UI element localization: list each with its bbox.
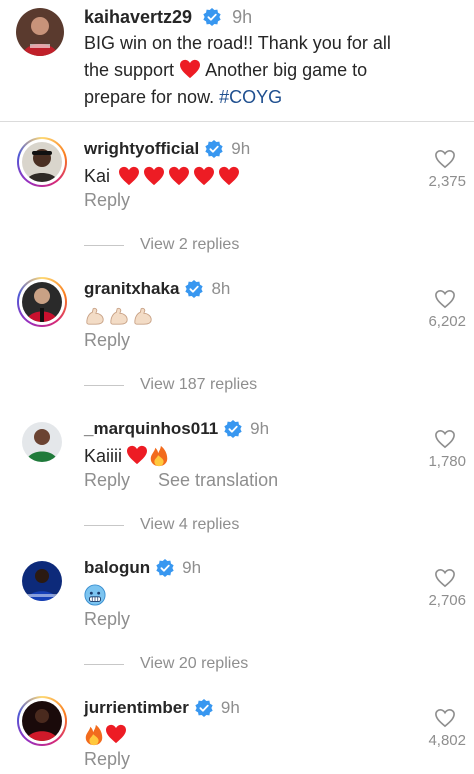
avatar — [22, 282, 62, 322]
view-replies-button[interactable]: View 4 replies — [84, 516, 239, 534]
comment-header: granitxhaka 8h — [84, 277, 230, 301]
comment-actions: Reply — [84, 609, 130, 630]
caption-line-2: the support Another big game to — [84, 57, 454, 84]
reply-button[interactable]: Reply — [84, 330, 130, 351]
comment-actions: Reply — [84, 749, 130, 770]
verified-badge-icon — [224, 420, 242, 438]
reply-button[interactable]: Reply — [84, 190, 130, 211]
comment-text: Kai — [84, 162, 240, 190]
reply-button[interactable]: Reply — [84, 749, 130, 770]
comment-username[interactable]: balogun — [84, 558, 150, 578]
see-translation-button[interactable]: See translation — [158, 470, 278, 491]
view-replies-label: View 4 replies — [140, 516, 240, 533]
heart-outline-icon[interactable] — [434, 429, 456, 449]
comment-time: 9h — [220, 698, 240, 717]
comment-username[interactable]: wrightyofficial — [84, 139, 199, 159]
verified-badge-icon — [185, 280, 204, 298]
avatar-frame[interactable] — [17, 417, 67, 467]
hashtag-link[interactable]: #COYG — [219, 87, 282, 107]
cold-face-emoji-icon — [84, 584, 106, 606]
view-replies-label: View 187 replies — [140, 376, 258, 393]
comment-header: balogun 9h — [84, 556, 201, 580]
comment-time: 9h — [182, 558, 202, 577]
replies-line — [84, 244, 124, 246]
comment-item: granitxhaka 8h Reply 6,202 View 187 repl… — [0, 277, 474, 416]
view-replies-button[interactable]: View 2 replies — [84, 236, 239, 254]
fire-heart-emoji-icon — [84, 724, 127, 746]
story-ring[interactable] — [17, 277, 67, 327]
comment-header: jurrientimber 9h — [84, 696, 240, 720]
caption-divider — [0, 121, 474, 122]
verified-badge-icon — [156, 559, 174, 577]
comment-item: wrightyofficial 9h Kai Reply 2,375 View … — [0, 137, 474, 276]
avatar-frame[interactable] — [17, 556, 67, 606]
comment-text — [84, 302, 154, 330]
caption-time: 9h — [232, 7, 253, 27]
comment-header: wrightyofficial 9h — [84, 137, 250, 161]
red-heart-emoji-icon — [180, 59, 201, 79]
story-ring[interactable] — [17, 696, 67, 746]
verified-badge-icon — [205, 140, 223, 158]
heart-outline-icon[interactable] — [434, 149, 456, 169]
comment-text — [84, 581, 106, 609]
view-replies-label: View 20 replies — [140, 655, 249, 672]
caption-text: BIG win on the road!! Thank you for all … — [84, 30, 454, 111]
comment-text — [84, 721, 127, 749]
avatar — [22, 561, 62, 601]
avatar — [22, 422, 62, 462]
reply-button[interactable]: Reply — [84, 470, 130, 491]
like-count: 4,802 — [428, 732, 466, 749]
caption-line-3a: prepare for now. — [84, 87, 220, 107]
story-ring[interactable] — [17, 137, 67, 187]
comment-header: _marquinhos011 9h — [84, 417, 269, 441]
comment-text: Kaiiii — [84, 442, 169, 470]
replies-line — [84, 524, 124, 526]
caption-avatar[interactable] — [16, 8, 64, 56]
heart-outline-icon[interactable] — [434, 568, 456, 588]
like-count: 6,202 — [428, 313, 466, 330]
comment-actions: Reply See translation — [84, 470, 278, 491]
heart-outline-icon[interactable] — [434, 708, 456, 728]
comment-text-label: Kaiiii — [84, 445, 123, 466]
caption-line-3: prepare for now. #COYG — [84, 84, 454, 111]
comment-item: jurrientimber 9h Reply 4,802 — [0, 696, 474, 774]
heart-fire-emoji-icon — [126, 445, 169, 467]
comment-actions: Reply — [84, 330, 130, 351]
comment-text-label: Kai — [84, 165, 111, 186]
comment-time: 9h — [231, 139, 251, 158]
comment-item: _marquinhos011 9h Kaiiii Reply See trans… — [0, 417, 474, 556]
avatar — [22, 142, 62, 182]
comment-time: 9h — [250, 419, 270, 438]
view-replies-button[interactable]: View 20 replies — [84, 655, 248, 673]
like-count: 2,375 — [428, 173, 466, 190]
heart-outline-icon[interactable] — [434, 289, 456, 309]
replies-line — [84, 384, 124, 386]
comment-username[interactable]: _marquinhos011 — [84, 419, 218, 439]
avatar — [22, 701, 62, 741]
like-count: 2,706 — [428, 592, 466, 609]
hearts-emoji-icon — [118, 166, 240, 186]
caption-line-2a: the support — [84, 60, 175, 80]
view-replies-label: View 2 replies — [140, 236, 240, 253]
caption-header: kaihavertz29 9h — [84, 5, 252, 29]
comment-username[interactable]: jurrientimber — [84, 698, 189, 718]
caption-line-2b: Another big game to — [201, 60, 368, 80]
replies-line — [84, 663, 124, 665]
view-replies-button[interactable]: View 187 replies — [84, 376, 257, 394]
comment-item: balogun 9h Reply 2,706 View 20 replies — [0, 556, 474, 695]
comment-username[interactable]: granitxhaka — [84, 279, 179, 299]
reply-button[interactable]: Reply — [84, 609, 130, 630]
caption-line-1: BIG win on the road!! Thank you for all — [84, 33, 391, 53]
comment-actions: Reply — [84, 190, 130, 211]
like-count: 1,780 — [428, 453, 466, 470]
verified-badge-icon — [203, 8, 221, 26]
comment-time: 8h — [211, 279, 231, 298]
verified-badge-icon — [195, 699, 213, 717]
caption-username[interactable]: kaihavertz29 — [84, 7, 192, 27]
flexed-biceps-emoji-icon — [84, 306, 154, 326]
